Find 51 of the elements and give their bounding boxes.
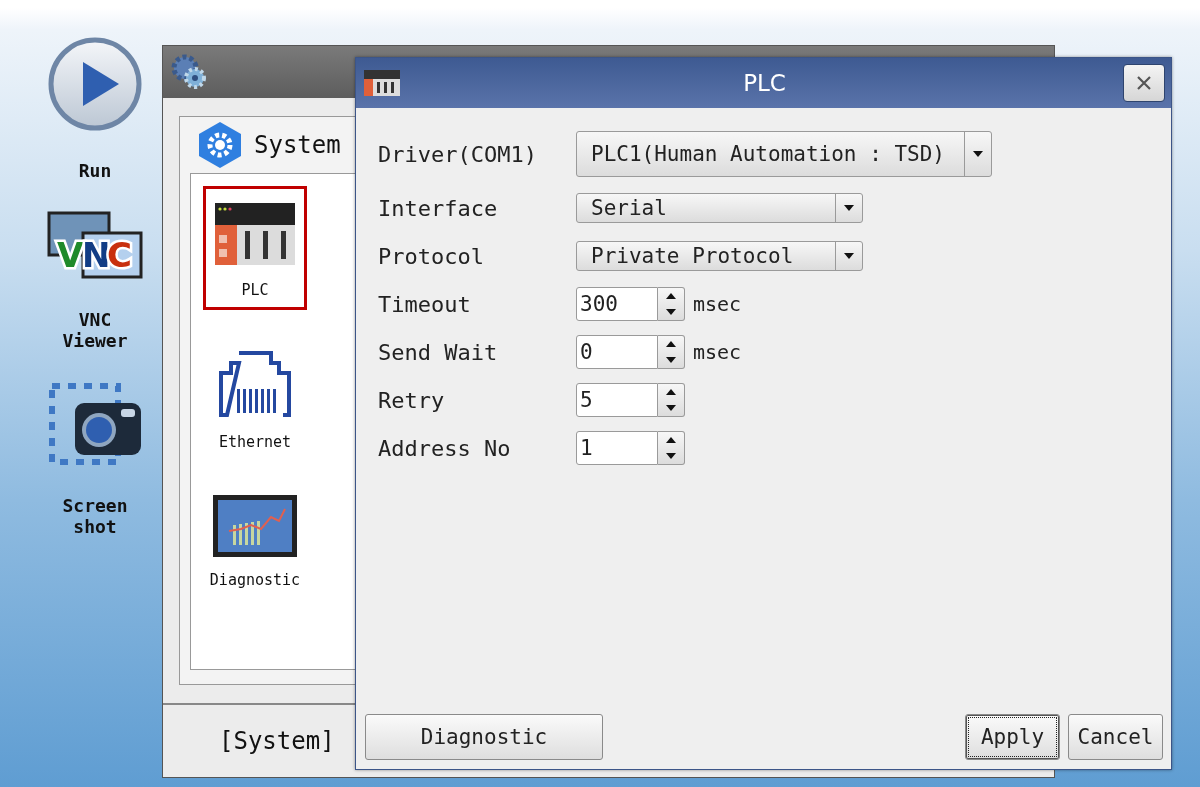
system-item[interactable]: Ethernet [203, 332, 307, 456]
caret-icon [844, 205, 854, 211]
system-item[interactable]: PLC [203, 186, 307, 310]
spinner-field[interactable]: 5 [576, 383, 658, 417]
up-icon [666, 341, 676, 347]
dialog-title: PLC [742, 70, 787, 96]
field-label: Retry [377, 387, 446, 413]
field-label: Interface [377, 195, 499, 221]
unit-label: msec [693, 340, 742, 364]
gear-icon [169, 52, 209, 92]
unit-label: msec [693, 292, 742, 316]
camera-icon[interactable] [47, 381, 143, 467]
down-icon [666, 357, 676, 363]
shortcut-label[interactable]: Screen shot [50, 495, 140, 537]
plc-rack-icon [215, 203, 295, 267]
settings-icon [198, 121, 242, 169]
section-title: System [254, 131, 341, 159]
up-icon [666, 293, 676, 299]
spinner-field[interactable]: 300 [576, 287, 658, 321]
caret-icon [973, 151, 983, 157]
play-icon[interactable] [47, 36, 143, 132]
shortcut-label[interactable]: Run [50, 160, 140, 181]
dialog-button[interactable]: Diagnostic [365, 714, 603, 760]
caret-icon [844, 253, 854, 259]
chart-monitor-icon [213, 495, 297, 557]
dropdown[interactable]: Serial [576, 193, 863, 223]
item-label: PLC [241, 281, 269, 299]
field-label: Address No [377, 435, 512, 461]
up-icon [666, 437, 676, 443]
down-icon [666, 453, 676, 459]
item-label: Ethernet [218, 433, 292, 451]
item-label: Diagnostic [209, 571, 301, 589]
down-icon [666, 309, 676, 315]
dialog-button[interactable]: Cancel [1068, 714, 1163, 760]
spinner-field[interactable]: 1 [576, 431, 658, 465]
down-icon [666, 405, 676, 411]
plc-icon [364, 70, 400, 96]
field-label: Protocol [377, 243, 485, 269]
up-icon [666, 389, 676, 395]
field-label: Send Wait [377, 339, 499, 365]
field-label: Timeout [377, 291, 472, 317]
close-button[interactable] [1123, 64, 1165, 102]
spinner-field[interactable]: 0 [576, 335, 658, 369]
shortcut-label[interactable]: VNC Viewer [50, 309, 140, 351]
dropdown[interactable]: Private Protocol [576, 241, 863, 271]
system-item[interactable]: Diagnostic [203, 478, 307, 602]
close-icon [1136, 75, 1152, 91]
dropdown[interactable]: PLC1(Human Automation : TSD) [576, 131, 992, 177]
field-label: Driver(COM1) [377, 141, 538, 167]
footer-label: [System] [219, 727, 335, 755]
dialog-button[interactable]: Apply [965, 714, 1060, 760]
